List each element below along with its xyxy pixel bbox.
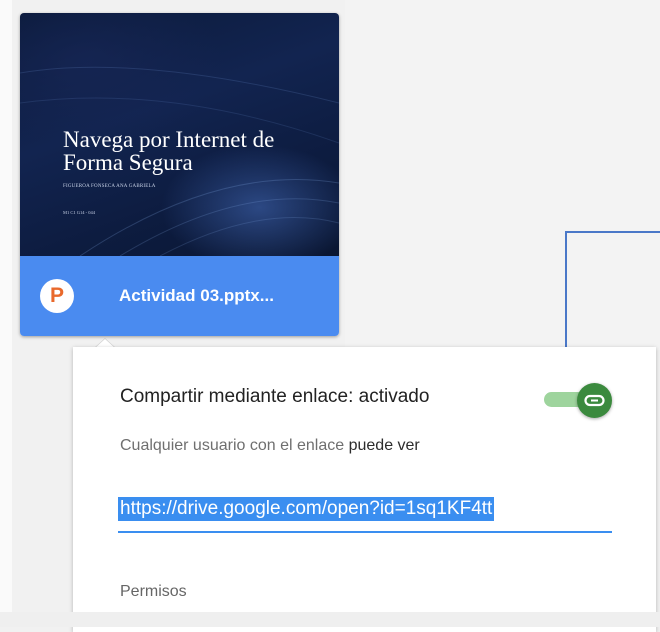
file-thumbnail[interactable]: Navega por Internet de Forma Segura FIGU… — [20, 13, 339, 256]
permission-description: Cualquier usuario con el enlace puede ve… — [120, 437, 420, 455]
left-margin — [0, 0, 12, 627]
slide-author: FIGUEROA FONSECA ANA GABRIELA — [63, 184, 156, 189]
share-link-text[interactable]: https://drive.google.com/open?id=1sq1KF4… — [118, 497, 495, 521]
powerpoint-file-icon: P — [40, 279, 74, 313]
slide-code: M1 C1 G14 - 044 — [63, 210, 96, 215]
permission-prefix: Cualquier usuario con el enlace — [120, 437, 345, 454]
share-link-underline — [118, 531, 612, 533]
permission-level-dropdown[interactable]: puede ver — [349, 437, 420, 454]
link-sharing-status: Compartir mediante enlace: activado — [120, 386, 430, 407]
permissions-heading: Permisos — [120, 583, 187, 600]
file-name[interactable]: Actividad 03.pptx... — [119, 286, 274, 306]
file-card-footer[interactable]: P Actividad 03.pptx... — [20, 256, 339, 336]
slide-title: Navega por Internet de Forma Segura — [63, 127, 275, 175]
share-link-field[interactable]: https://drive.google.com/open?id=1sq1KF4… — [118, 497, 612, 521]
bottom-edge — [0, 612, 660, 627]
share-popup: Compartir mediante enlace: activado Cual… — [73, 347, 656, 632]
file-card[interactable]: Navega por Internet de Forma Segura FIGU… — [20, 13, 339, 336]
link-sharing-toggle[interactable] — [577, 383, 612, 418]
background-area — [345, 0, 660, 350]
link-icon — [584, 394, 605, 407]
